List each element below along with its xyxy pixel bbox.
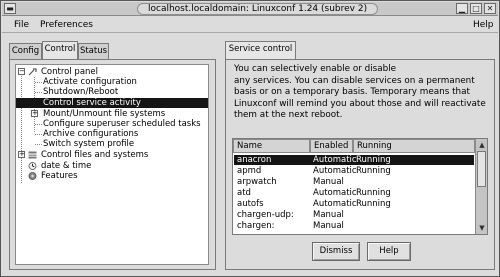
description-line: You can selectively enable or disable [234, 64, 397, 74]
menu-file[interactable]: File [14, 19, 29, 31]
tree-item-superuser-tasks[interactable]: Configure superuser scheduled tasks [16, 119, 208, 129]
tab-service-control[interactable]: Service control [225, 41, 296, 59]
tree-item-control-files[interactable]: + Control files and systems [16, 150, 208, 160]
tree-label: Switch system profile [43, 139, 135, 149]
scrollbar-thumb[interactable] [477, 151, 486, 187]
help-button[interactable]: Help [367, 242, 411, 261]
service-row[interactable]: chargen-udp: Manual [234, 210, 474, 220]
tree-item-control-panel[interactable]: − Control panel [16, 67, 208, 77]
tab-status[interactable]: Status [78, 43, 109, 59]
menu-preferences[interactable]: Preferences [40, 19, 93, 31]
service-name: arpwatch [237, 177, 277, 187]
menu-help[interactable]: Help [473, 19, 494, 31]
services-scrollbar[interactable]: ▲ ▼ [475, 139, 487, 234]
tree-item-control-service-activity[interactable]: Control service activity [16, 98, 208, 108]
service-running: Running [356, 155, 391, 165]
service-enabled: Manual [313, 177, 344, 187]
service-name: apmd [237, 166, 262, 176]
column-header-enabled[interactable]: Enabled [310, 139, 353, 153]
clock-icon [28, 162, 37, 170]
tree-label: Shutdown/Reboot [43, 87, 119, 97]
services-list[interactable]: Name Enabled Running anacron Automatic R… [232, 138, 488, 235]
description-line: Linuxconf will remind you about those an… [234, 98, 486, 109]
files-icon [28, 151, 37, 159]
close-icon[interactable]: ✕ [484, 3, 496, 14]
service-name: autofs [237, 199, 264, 209]
description-line: them at the next reboot. [234, 110, 343, 120]
linuxconf-window: ▬ localhost.localdomain: Linuxconf 1.24 … [0, 0, 500, 277]
description-text: You can selectively enable or disable an… [234, 64, 489, 122]
service-row[interactable]: apmd Automatic Running [234, 166, 474, 176]
tree-item-archive-configurations[interactable]: Archive configurations [16, 129, 208, 139]
expand-icon[interactable]: + [18, 151, 25, 158]
scroll-up-icon[interactable]: ▲ [477, 140, 487, 150]
service-row[interactable]: arpwatch Manual [234, 177, 474, 187]
service-row[interactable]: atd Automatic Running [234, 188, 474, 198]
service-enabled: Automatic [313, 188, 357, 198]
service-row[interactable]: chargen: Manual [234, 221, 474, 231]
tab-config[interactable]: Config [9, 43, 42, 59]
column-header-name[interactable]: Name [233, 139, 310, 153]
service-row[interactable]: anacron Automatic Running [234, 155, 474, 165]
scroll-down-icon[interactable]: ▼ [477, 223, 487, 233]
tree-item-date-time[interactable]: date & time [16, 161, 208, 171]
tree-item-mount-unmount[interactable]: + Mount/Unmount file systems [16, 109, 208, 119]
iconify-icon[interactable]: ▁ [456, 3, 468, 14]
expand-icon[interactable]: + [31, 110, 38, 117]
tree-label: Archive configurations [43, 129, 139, 139]
description-line: any services. You can disable services o… [234, 75, 475, 86]
service-enabled: Automatic [313, 155, 357, 165]
service-enabled: Automatic [313, 166, 357, 176]
dismiss-button[interactable]: Dismiss [312, 242, 360, 261]
service-name: anacron [237, 155, 272, 165]
service-running: Running [356, 199, 391, 209]
tools-icon [28, 68, 37, 76]
service-running: Running [356, 188, 391, 198]
menu-tree[interactable]: − Control panel Activate configuration S… [15, 64, 209, 265]
service-name: chargen-udp: [237, 210, 294, 220]
menu-bar: File Preferences Help [2, 17, 498, 33]
tree-label: Activate configuration [43, 77, 137, 87]
title-bar[interactable]: ▬ localhost.localdomain: Linuxconf 1.24 … [2, 2, 498, 16]
service-running: Running [356, 166, 391, 176]
tree-item-shutdown-reboot[interactable]: Shutdown/Reboot [16, 87, 208, 97]
tree-item-features[interactable]: Features [16, 171, 208, 181]
tab-control[interactable]: Control [42, 41, 78, 59]
tree-label: Mount/Unmount file systems [43, 109, 166, 119]
tree-label: Control panel [41, 67, 99, 77]
service-enabled: Automatic [313, 199, 357, 209]
tree-label: Configure superuser scheduled tasks [43, 119, 201, 129]
service-name: atd [237, 188, 251, 198]
service-name: chargen: [237, 221, 275, 231]
maximize-icon[interactable]: □ [470, 3, 482, 14]
tree-item-activate-configuration[interactable]: Activate configuration [16, 77, 208, 87]
features-icon [28, 172, 37, 180]
column-header-running[interactable]: Running [353, 139, 475, 153]
description-line: basis or on a temporary basis. Temporary… [234, 87, 470, 97]
service-enabled: Manual [313, 221, 344, 231]
tree-item-switch-system-profile[interactable]: Switch system profile [16, 139, 208, 149]
window-menu-icon[interactable]: ▬ [4, 3, 16, 14]
tree-label: Control service activity [43, 98, 141, 108]
window-title: localhost.localdomain: Linuxconf 1.24 (s… [137, 3, 379, 15]
tree-label: Features [41, 171, 78, 181]
service-enabled: Manual [313, 210, 344, 220]
tree-label: Control files and systems [41, 150, 149, 160]
collapse-icon[interactable]: − [18, 68, 25, 75]
service-row[interactable]: autofs Automatic Running [234, 199, 474, 209]
tree-label: date & time [41, 161, 92, 171]
